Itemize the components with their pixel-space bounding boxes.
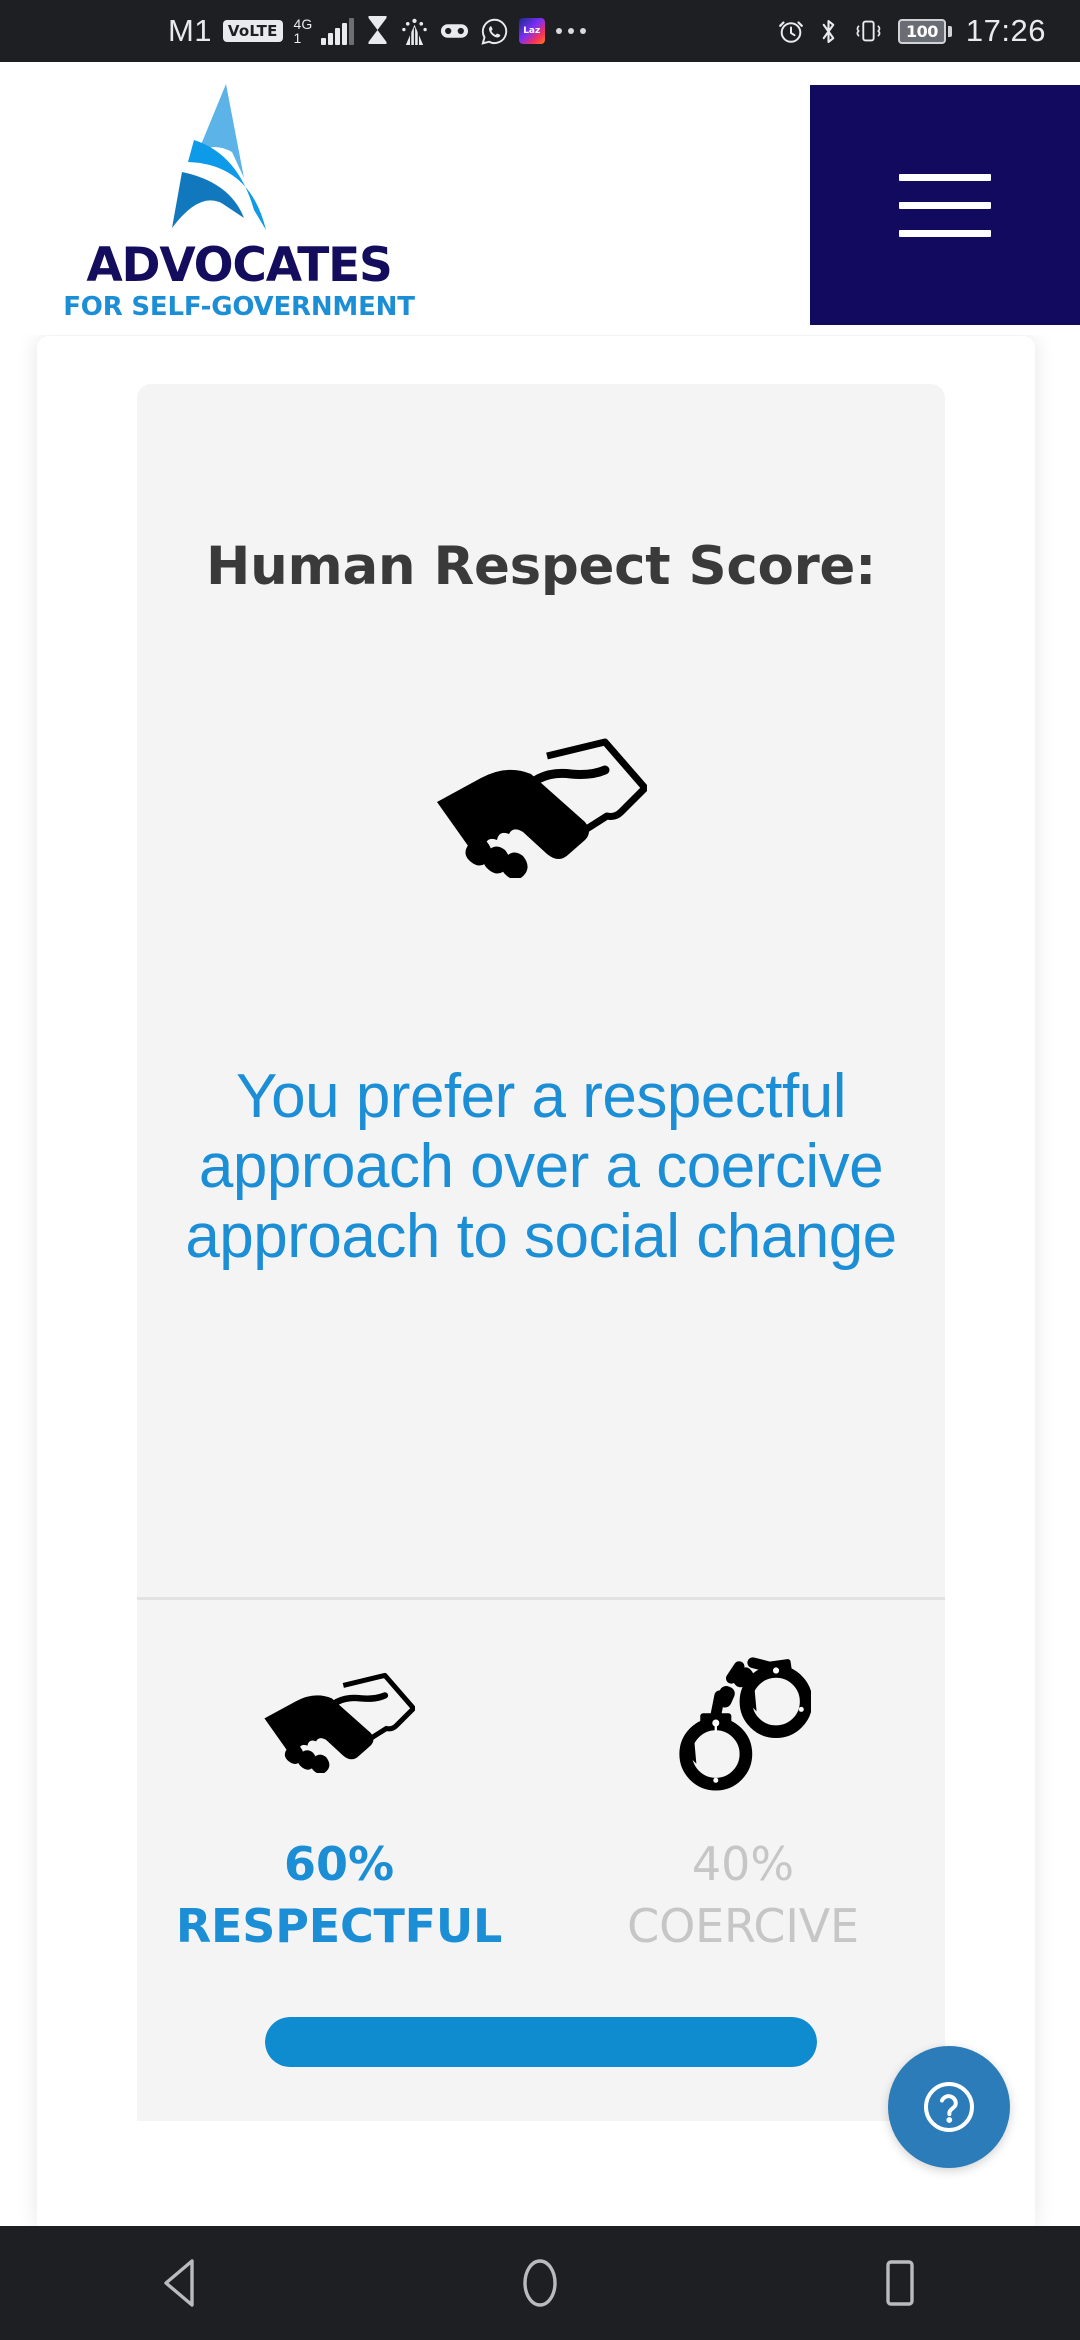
page-content-container: Human Respect Score: You prefer a respec…	[37, 336, 1035, 2226]
lazada-icon	[518, 18, 545, 44]
alarm-icon	[777, 17, 805, 45]
volte-icon: VoLTE	[222, 20, 283, 42]
breakdown-percent-coercive: 40%	[691, 1837, 795, 1891]
site-header: ADVOCATES FOR SELF-GOVERNMENT	[0, 62, 1080, 335]
handshake-icon	[263, 1634, 415, 1809]
breakdown-label-coercive: COERCIVE	[627, 1899, 859, 1953]
breakdown-label-respectful: RESPECTFUL	[175, 1899, 503, 1953]
nav-recents-button[interactable]	[800, 2226, 1000, 2340]
android-nav-bar	[0, 2226, 1080, 2340]
battery-level-label: 100	[905, 21, 938, 41]
clock-label: 17:26	[965, 13, 1046, 48]
nav-home-button[interactable]	[440, 2226, 640, 2340]
hamburger-menu-button[interactable]	[810, 85, 1080, 325]
signal-bars	[321, 18, 354, 45]
help-button[interactable]	[888, 2046, 1010, 2168]
carrier-label: M1	[168, 13, 212, 48]
handcuffs-icon	[675, 1634, 811, 1809]
status-bar-left-group: M1 VoLTE 4G 1	[168, 13, 586, 49]
advocates-arrow-logo-icon	[126, 80, 326, 240]
fireworks-icon	[401, 17, 428, 46]
score-progress-bar	[265, 2017, 817, 2067]
signal-icon: 4G 1	[294, 17, 354, 45]
phone-screen: M1 VoLTE 4G 1 Laz 100 17:26 ADVOCATES FO…	[0, 0, 1080, 2340]
home-circle-icon	[523, 2259, 557, 2307]
breakdown-percent-respectful: 60%	[283, 1837, 395, 1891]
battery-icon: 100	[897, 18, 952, 44]
site-logo[interactable]: ADVOCATES FOR SELF-GOVERNMENT	[18, 72, 438, 332]
question-mark-icon	[924, 2082, 974, 2132]
breakdown-item-coercive: 40% COERCIVE	[541, 1634, 945, 1949]
bluetooth-icon	[819, 17, 838, 46]
section-divider	[137, 1597, 945, 1600]
score-breakdown: 60% RESPECTFUL 40% COERCIVE	[137, 1634, 945, 1949]
hourglass-icon	[365, 15, 390, 47]
nav-back-button[interactable]	[80, 2226, 280, 2340]
whatsapp-icon	[481, 18, 508, 45]
mask-icon	[439, 22, 470, 40]
network-type-label: 4G 1	[293, 16, 313, 46]
result-description: You prefer a respectful approach over a …	[185, 1062, 897, 1272]
recents-square-icon	[886, 2260, 914, 2306]
hamburger-icon	[899, 173, 991, 237]
logo-wordmark: ADVOCATES	[86, 238, 393, 293]
logo-tagline: FOR SELF-GOVERNMENT	[63, 292, 415, 322]
back-triangle-icon	[164, 2259, 194, 2307]
status-bar-right-group: 100 17:26	[777, 13, 1046, 49]
page-title: Human Respect Score:	[206, 536, 876, 597]
vibrate-icon	[852, 17, 884, 45]
score-result-card: Human Respect Score: You prefer a respec…	[137, 384, 945, 2121]
hero-handshake-icon	[137, 736, 945, 878]
status-bar: M1 VoLTE 4G 1 Laz 100 17:26	[0, 0, 1080, 62]
breakdown-item-respectful: 60% RESPECTFUL	[137, 1634, 541, 1949]
score-progress-fill	[265, 2017, 817, 2067]
more-icons-indicator	[555, 28, 586, 34]
